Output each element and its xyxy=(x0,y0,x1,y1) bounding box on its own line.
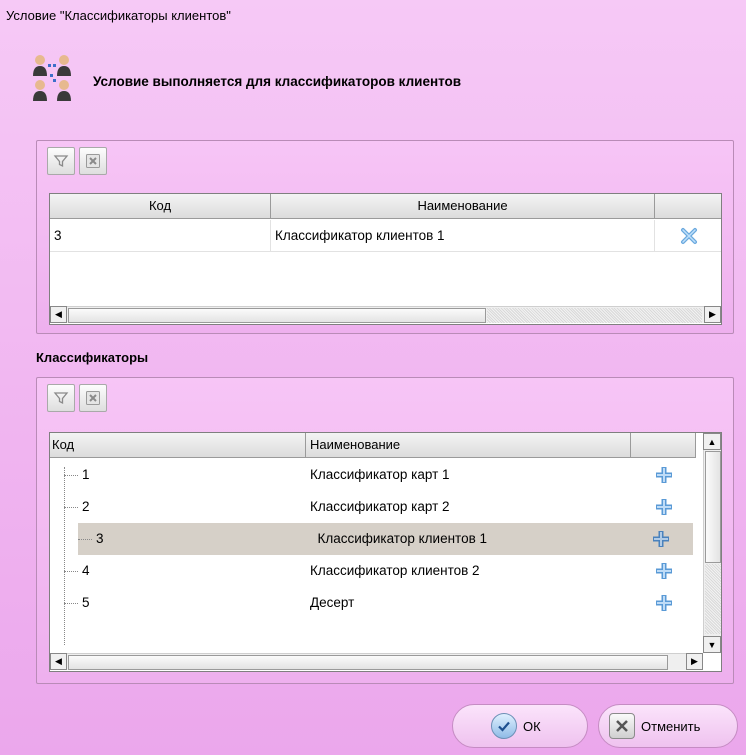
scroll-right-button[interactable]: ▶ xyxy=(704,306,721,323)
selected-grid: Код Наименование 3 Классификатор клиенто… xyxy=(49,193,722,325)
clear-icon xyxy=(86,391,100,405)
scroll-up-button[interactable]: ▲ xyxy=(703,433,721,450)
column-header-name[interactable]: Наименование xyxy=(271,194,655,219)
scroll-thumb[interactable] xyxy=(705,451,721,563)
selected-toolbar xyxy=(47,147,107,177)
add-plus-icon xyxy=(655,563,672,579)
classifiers-section-label: Классификаторы xyxy=(36,350,149,365)
tree-connector xyxy=(64,506,78,508)
column-header-code[interactable]: Код xyxy=(50,194,271,219)
check-icon xyxy=(491,713,517,739)
filter-icon xyxy=(53,392,69,405)
ok-label: ОК xyxy=(523,718,541,734)
scroll-thumb[interactable] xyxy=(68,308,486,323)
column-header-code[interactable]: Код xyxy=(50,433,306,458)
selected-hscrollbar[interactable]: ◀ ▶ xyxy=(50,306,721,323)
row-code: 4 xyxy=(82,563,90,578)
window-title: Условие "Классификаторы клиентов" xyxy=(6,8,231,23)
tree-row[interactable]: 1 Классификатор карт 1 xyxy=(50,459,696,491)
classifiers-panel: Код Наименование 1 Классификатор карт 1 … xyxy=(36,377,734,684)
filter-button[interactable] xyxy=(47,147,75,175)
scroll-left-button[interactable]: ◀ xyxy=(50,306,67,323)
row-code: 5 xyxy=(82,595,90,610)
row-name: Классификатор карт 1 xyxy=(310,467,450,482)
clear-filter-button[interactable] xyxy=(79,147,107,175)
scroll-track[interactable] xyxy=(487,308,702,323)
scroll-left-button[interactable]: ◀ xyxy=(50,653,67,670)
add-button[interactable] xyxy=(631,555,696,587)
clear-icon xyxy=(86,154,100,168)
tree-row-selected[interactable]: 3 Классификатор клиентов 1 xyxy=(78,523,693,555)
filter-icon xyxy=(53,155,69,168)
row-code: 1 xyxy=(82,467,90,482)
add-plus-icon xyxy=(653,531,670,547)
add-button[interactable] xyxy=(631,491,696,523)
scroll-right-button[interactable]: ▶ xyxy=(686,653,703,670)
classifiers-hscrollbar[interactable]: ◀ ▶ xyxy=(50,653,703,670)
row-name: Классификатор клиентов 2 xyxy=(310,563,480,578)
tree-connector xyxy=(64,602,78,604)
classifiers-grid-header: Код Наименование xyxy=(50,433,696,458)
scroll-track[interactable] xyxy=(705,564,721,634)
add-plus-icon xyxy=(655,595,672,611)
clear-filter-button[interactable] xyxy=(79,384,107,412)
row-name: Десерт xyxy=(310,595,355,610)
header-title: Условие выполняется для классификаторов … xyxy=(93,74,462,89)
selected-grid-header: Код Наименование xyxy=(50,194,721,219)
tree-row[interactable]: 2 Классификатор карт 2 xyxy=(50,491,696,523)
tree-connector xyxy=(64,474,78,476)
scroll-down-button[interactable]: ▼ xyxy=(703,636,721,653)
cancel-button[interactable]: Отменить xyxy=(598,704,738,748)
row-name: Классификатор клиентов 1 xyxy=(317,531,488,546)
filter-button[interactable] xyxy=(47,384,75,412)
remove-button[interactable] xyxy=(655,220,721,252)
column-header-name[interactable]: Наименование xyxy=(306,433,631,458)
row-name: Классификатор карт 2 xyxy=(310,499,450,514)
add-plus-icon xyxy=(655,499,672,515)
selected-classifiers-panel: Код Наименование 3 Классификатор клиенто… xyxy=(36,140,734,334)
classifiers-grid: Код Наименование 1 Классификатор карт 1 … xyxy=(49,432,722,672)
column-header-action[interactable] xyxy=(655,194,721,219)
remove-x-icon xyxy=(681,227,697,244)
table-row[interactable]: 3 Классификатор клиентов 1 xyxy=(50,219,721,252)
classifiers-vscrollbar[interactable]: ▲ ▼ xyxy=(703,433,721,653)
scroll-thumb[interactable] xyxy=(68,655,668,670)
tree-guide-line xyxy=(64,467,65,645)
row-code: 2 xyxy=(82,499,90,514)
add-plus-icon xyxy=(655,467,672,483)
row-code: 3 xyxy=(96,531,104,546)
column-header-action[interactable] xyxy=(631,433,696,458)
tree-row[interactable]: 4 Классификатор клиентов 2 xyxy=(50,555,696,587)
classifiers-toolbar xyxy=(47,384,107,414)
add-button[interactable] xyxy=(631,587,696,619)
add-button[interactable] xyxy=(631,459,696,491)
row-name: Классификатор клиентов 1 xyxy=(271,219,655,252)
tree-row[interactable]: 5 Десерт xyxy=(50,587,696,619)
tree-connector xyxy=(78,538,92,540)
ok-button[interactable]: ОК xyxy=(452,704,588,748)
tree-connector xyxy=(64,570,78,572)
cancel-x-icon xyxy=(609,713,635,739)
cancel-label: Отменить xyxy=(641,718,701,734)
row-code: 3 xyxy=(50,219,271,252)
add-button[interactable] xyxy=(630,523,693,555)
users-group-icon xyxy=(30,52,78,108)
